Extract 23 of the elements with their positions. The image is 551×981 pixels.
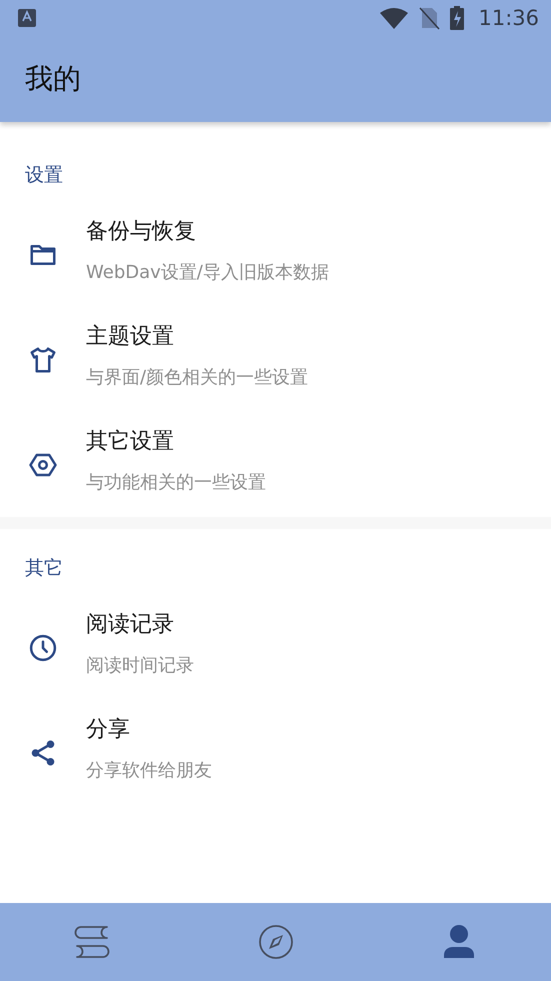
no-sim-icon	[418, 6, 440, 30]
wifi-icon	[380, 7, 408, 29]
setting-title[interactable]: 分享	[86, 714, 212, 744]
status-time: 11:36	[478, 6, 539, 30]
setting-title[interactable]: 阅读记录	[86, 608, 194, 638]
page-title: 我的	[24, 61, 82, 97]
setting-title[interactable]: 主题设置	[86, 320, 308, 350]
person-icon	[443, 924, 476, 960]
setting-title[interactable]: 备份与恢复	[86, 216, 329, 246]
section-header: 设置	[24, 163, 64, 188]
shirt-icon	[28, 344, 58, 374]
keyboard-app-icon	[18, 9, 36, 27]
books-icon	[74, 925, 110, 959]
setting-description: 阅读时间记录	[86, 654, 194, 676]
setting-description: 与界面/颜色相关的一些设置	[86, 366, 308, 388]
setting-title[interactable]: 其它设置	[86, 426, 266, 456]
compass-icon	[258, 924, 294, 960]
section-header: 其它	[24, 556, 64, 581]
setting-description: 与功能相关的一些设置	[86, 470, 266, 494]
setting-description: WebDav设置/导入旧版本数据	[86, 260, 329, 284]
setting-description: 分享软件给朋友	[86, 758, 212, 782]
clock-icon	[28, 632, 58, 662]
battery-charging-icon	[450, 6, 464, 30]
